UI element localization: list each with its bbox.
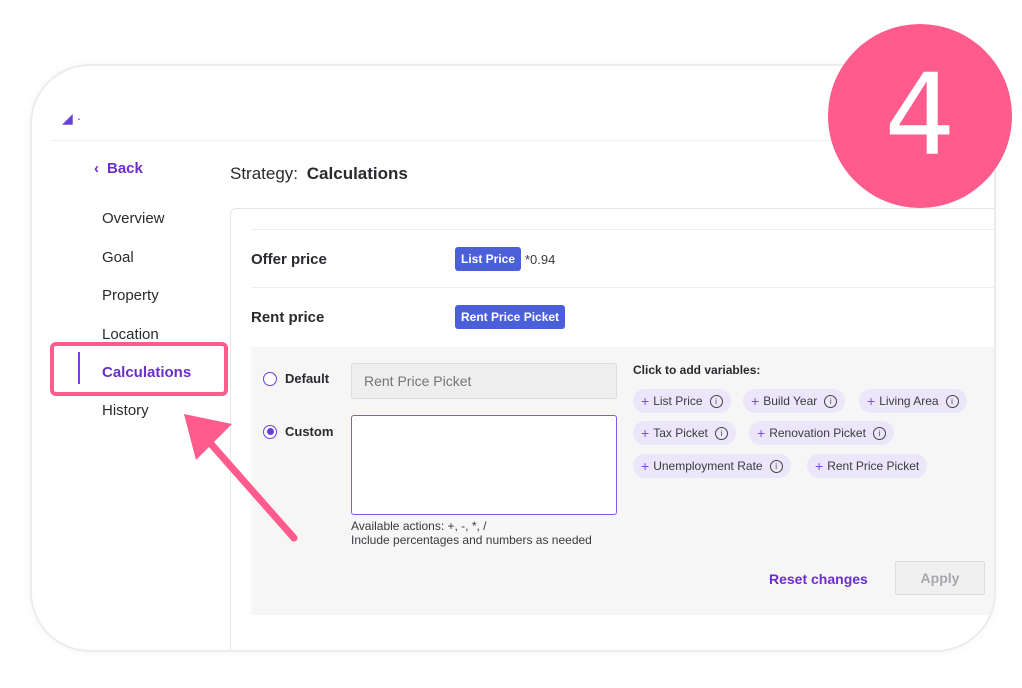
formula-editor: Default Custom Available actions: +, -, … xyxy=(251,347,994,615)
variable-chip-label: Tax Picket xyxy=(653,426,708,440)
list-price-chip[interactable]: List Price xyxy=(455,247,522,271)
sidebar-item-overview[interactable]: Overview xyxy=(102,210,165,227)
hint-actions: Available actions: +, -, *, / xyxy=(351,519,487,533)
default-radio[interactable]: Default xyxy=(263,371,329,386)
chevron-left-icon: ‹ xyxy=(94,160,99,177)
plus-icon: + xyxy=(815,458,824,474)
plus-icon: + xyxy=(641,393,650,409)
variable-chip-label: List Price xyxy=(653,394,703,408)
variables-title: Click to add variables: xyxy=(633,363,761,377)
offer-price-label: Offer price xyxy=(251,251,327,268)
variable-chip-label: Living Area xyxy=(879,394,939,408)
radio-unchecked-icon xyxy=(263,371,277,386)
info-icon: i xyxy=(824,394,838,408)
default-radio-label: Default xyxy=(285,371,330,386)
variable-chip-build-year[interactable]: + Build Year i xyxy=(743,389,846,413)
variable-chip-rent-price-picket[interactable]: + Rent Price Picket xyxy=(807,454,928,478)
rent-price-label: Rent price xyxy=(251,309,325,326)
plus-icon: + xyxy=(751,393,760,409)
variable-chip-label: Rent Price Picket xyxy=(827,459,920,473)
page-title-prefix: Strategy: xyxy=(230,164,299,183)
page-title: Strategy: Calculations xyxy=(230,164,408,184)
plus-icon: + xyxy=(641,425,650,441)
formula-hint: Available actions: +, -, *, / Include pe… xyxy=(351,519,592,547)
custom-formula-input[interactable] xyxy=(351,415,617,515)
back-button[interactable]: ‹ Back xyxy=(94,160,143,177)
logo-icon: ◢ · xyxy=(62,110,82,126)
hint-percentages: Include percentages and numbers as neede… xyxy=(351,533,592,547)
calculations-panel: Offer price List Price *0.94 Rent price … xyxy=(230,208,994,650)
reset-changes-button[interactable]: Reset changes xyxy=(769,571,868,587)
default-formula-field[interactable] xyxy=(351,363,617,399)
page-title-value: Calculations xyxy=(306,164,408,183)
sidebar-item-history[interactable]: History xyxy=(102,402,149,419)
variable-chip-renovation-picket[interactable]: + Renovation Picket i xyxy=(749,421,894,445)
apply-button[interactable]: Apply xyxy=(895,561,985,595)
variable-chip-tax-picket[interactable]: + Tax Picket i xyxy=(633,421,736,445)
variable-chip-unemployment-rate[interactable]: + Unemployment Rate i xyxy=(633,454,791,478)
info-icon: i xyxy=(769,459,783,473)
pointer-arrow-icon xyxy=(184,414,298,542)
sidebar-item-goal[interactable]: Goal xyxy=(102,249,134,266)
plus-icon: + xyxy=(757,425,766,441)
back-label: Back xyxy=(107,160,143,177)
sidebar-item-property[interactable]: Property xyxy=(102,287,159,304)
variable-chip-living-area[interactable]: + Living Area i xyxy=(859,389,967,413)
variable-chip-label: Build Year xyxy=(763,394,818,408)
info-icon: i xyxy=(709,394,723,408)
highlight-box xyxy=(50,342,228,396)
plus-icon: + xyxy=(641,458,650,474)
variable-chip-label: Renovation Picket xyxy=(769,426,866,440)
step-number-badge: 4 xyxy=(828,24,1012,208)
variable-chip-label: Unemployment Rate xyxy=(653,459,763,473)
row-divider xyxy=(251,287,994,288)
info-icon: i xyxy=(872,426,886,440)
info-icon: i xyxy=(714,426,728,440)
plus-icon: + xyxy=(867,393,876,409)
row-divider xyxy=(251,229,994,230)
info-icon: i xyxy=(945,394,959,408)
rent-price-picket-chip[interactable]: Rent Price Picket xyxy=(455,305,566,329)
offer-price-expression: *0.94 xyxy=(525,252,556,267)
sidebar-item-location[interactable]: Location xyxy=(102,326,159,343)
variable-chip-list-price[interactable]: + List Price i xyxy=(633,389,731,413)
